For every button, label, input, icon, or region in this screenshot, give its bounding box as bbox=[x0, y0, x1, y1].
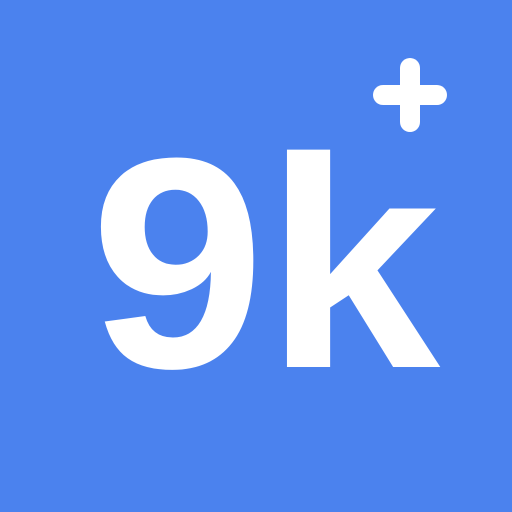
glyph-9k-text: 9k bbox=[90, 95, 442, 431]
logo-9k-glyph: 9k bbox=[0, 0, 512, 512]
logo-svg: 9k bbox=[0, 0, 512, 512]
app-icon-tile: 9k bbox=[0, 0, 512, 512]
